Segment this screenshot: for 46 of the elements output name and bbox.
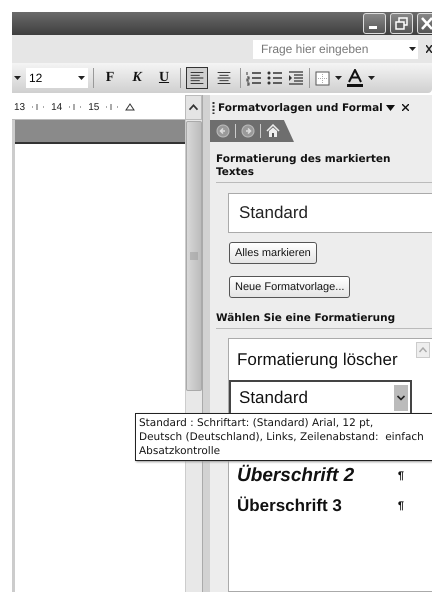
bold-button[interactable]: F: [99, 67, 121, 89]
style-list-item[interactable]: Überschrift 2 ¶: [229, 462, 412, 490]
italic-button[interactable]: K: [126, 67, 148, 89]
dropdown-arrow-icon[interactable]: [386, 104, 395, 110]
bullet-list-icon[interactable]: [267, 70, 283, 86]
style-action-button[interactable]: Alles markieren: [229, 242, 317, 264]
indent-icon[interactable]: [288, 70, 304, 86]
align-left-icon[interactable]: [186, 67, 208, 89]
dropdown-arrow-icon[interactable]: [409, 47, 416, 51]
scroll-up-icon[interactable]: [185, 95, 202, 120]
section-heading: Wählen Sie eine Formatierung: [216, 312, 432, 329]
border-icon[interactable]: [315, 70, 330, 86]
ruler-tick-icon: [105, 104, 120, 110]
back-icon[interactable]: [216, 124, 230, 138]
task-pane-title: Formatvorlagen und Formal: [218, 102, 383, 114]
ruler-tick-icon: [68, 104, 82, 110]
ruler-number: 14: [51, 102, 62, 112]
style-action-button[interactable]: Neue Formatvorlage...: [229, 276, 350, 298]
underline-button[interactable]: U: [153, 67, 175, 89]
style-list-item[interactable]: Überschrift 3 ¶: [229, 492, 412, 520]
dropdown-arrow-icon[interactable]: [78, 76, 85, 80]
home-icon[interactable]: [266, 124, 280, 138]
forward-icon[interactable]: [241, 124, 255, 138]
minimize-icon[interactable]: [363, 13, 386, 34]
style-tooltip: Standard : Schriftart: (Standard) Arial, 12 pt, Deutsch (Deutschland), Links, Zeilenabstand: einfach Absatzkontrolle: [135, 413, 432, 461]
help-search-field[interactable]: Frage hier eingeben: [253, 40, 418, 58]
font-color-icon[interactable]: [347, 69, 363, 87]
dropdown-arrow-icon[interactable]: [14, 76, 21, 80]
dropdown-arrow-icon[interactable]: [368, 76, 375, 80]
paragraph-mark: ¶: [398, 470, 404, 482]
dropdown-arrow-icon[interactable]: [335, 76, 342, 80]
section-heading: Formatierung des markierten Textes: [216, 153, 432, 183]
numbered-list-icon[interactable]: [246, 70, 262, 86]
indent-marker-icon[interactable]: [125, 103, 136, 111]
close-icon[interactable]: [402, 104, 409, 111]
scrollbar-thumb[interactable]: [186, 121, 202, 391]
paragraph-mark: ¶: [398, 500, 404, 512]
font-size-field[interactable]: 12: [26, 68, 88, 88]
ruler-number: 13: [14, 102, 26, 112]
ruler-number: 15: [88, 102, 100, 112]
restore-icon[interactable]: [390, 13, 413, 34]
close-icon[interactable]: [426, 45, 432, 53]
style-list-item[interactable]: Formatierung löscher: [229, 342, 412, 378]
grip-icon[interactable]: [212, 100, 215, 114]
ruler-tick-icon: [31, 104, 46, 110]
current-style-field: Standard: [228, 193, 432, 233]
